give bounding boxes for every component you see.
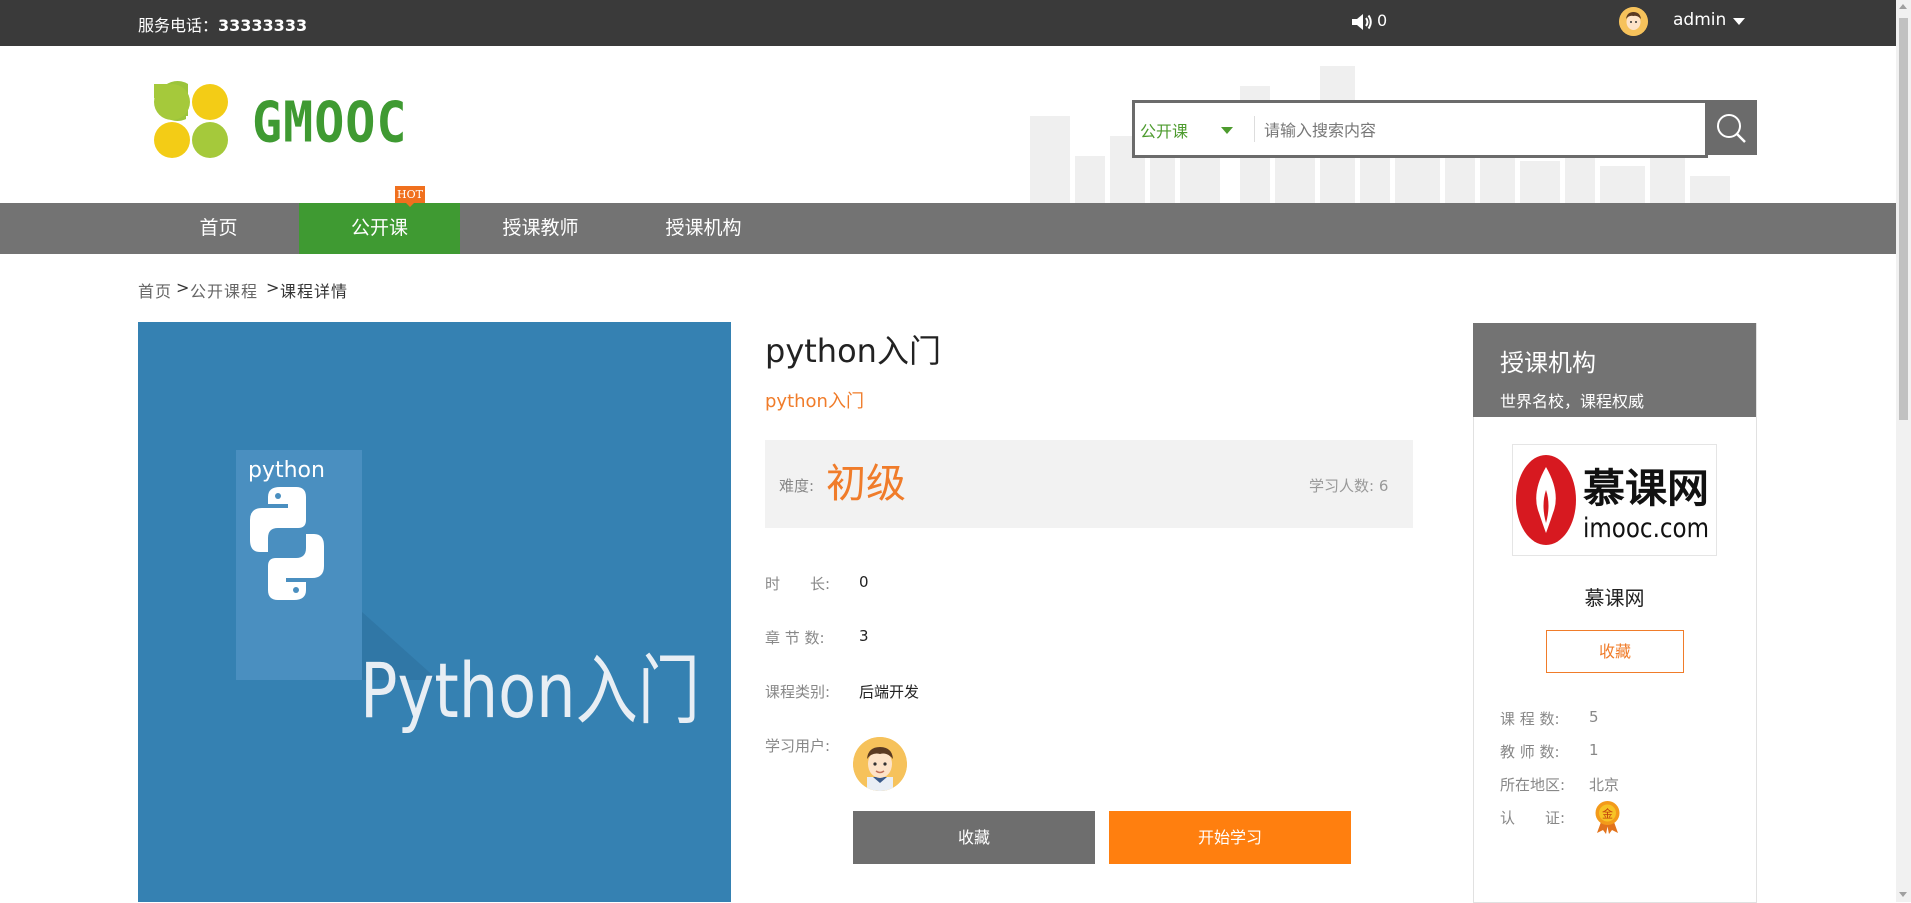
- breadcrumb-separator: >: [266, 278, 281, 297]
- org-favorite-button[interactable]: 收藏: [1546, 630, 1684, 673]
- hot-badge: HOT: [395, 186, 425, 207]
- scrollbar-thumb[interactable]: [1899, 18, 1908, 420]
- user-avatar[interactable]: [1619, 7, 1648, 36]
- category-value: 后端开发: [859, 683, 920, 701]
- org-region-value: 北京: [1589, 776, 1620, 794]
- gold-certification-icon: 金: [1593, 800, 1622, 834]
- org-cert-label: 认 证:: [1500, 809, 1566, 827]
- org-card-subtitle: 世界名校，课程权威: [1500, 392, 1645, 411]
- breadcrumb-separator: >: [176, 278, 191, 297]
- search-category-select[interactable]: 公开课: [1140, 118, 1188, 142]
- learners-count: 学习人数: 6: [1309, 477, 1389, 495]
- course-title: python入门: [765, 332, 941, 370]
- username-menu[interactable]: admin: [1673, 10, 1726, 30]
- start-learning-button[interactable]: 开始学习: [1109, 811, 1351, 864]
- org-region-label: 所在地区:: [1500, 776, 1566, 794]
- service-phone: 服务电话：33333333: [138, 16, 308, 35]
- nav-item-organizations[interactable]: 授课机构: [621, 203, 786, 254]
- breadcrumb-home[interactable]: 首页: [138, 278, 172, 302]
- cover-title: Python入门: [360, 646, 700, 735]
- message-count[interactable]: 0: [1377, 11, 1387, 30]
- search-input[interactable]: [1262, 106, 1706, 154]
- python-label: python: [248, 458, 325, 483]
- org-teachers-label: 教 师 数:: [1500, 743, 1560, 761]
- learner-avatar[interactable]: [853, 737, 907, 791]
- breadcrumb-open-courses[interactable]: 公开课程: [190, 278, 258, 302]
- breadcrumb-current: 课程详情: [280, 282, 349, 301]
- duration-label: 时 长:: [765, 575, 831, 593]
- chevron-down-icon[interactable]: [1221, 127, 1233, 134]
- nav-item-teachers[interactable]: 授课教师: [460, 203, 621, 254]
- svg-text:金: 金: [1602, 807, 1613, 821]
- search-divider: [1254, 116, 1255, 142]
- org-name[interactable]: 慕课网: [1473, 582, 1756, 611]
- org-teachers-value: 1: [1589, 741, 1599, 759]
- course-subtitle: python入门: [765, 391, 864, 412]
- search-button[interactable]: [1705, 100, 1757, 155]
- difficulty-value: 初级: [826, 461, 906, 507]
- svg-text:imooc.com: imooc.com: [1583, 513, 1709, 544]
- svg-text:慕课网: 慕课网: [1583, 466, 1709, 512]
- scroll-down-arrow-icon[interactable]: [1899, 892, 1907, 897]
- org-courses-value: 5: [1589, 708, 1599, 726]
- chapters-label: 章 节 数:: [765, 629, 825, 647]
- speaker-icon[interactable]: [1350, 11, 1374, 33]
- search-icon: [1717, 113, 1746, 143]
- gmooc-logo-icon[interactable]: [150, 80, 232, 162]
- org-logo[interactable]: 慕课网 imooc.com: [1512, 444, 1717, 556]
- chapters-value: 3: [859, 627, 869, 645]
- nav-item-open-courses[interactable]: 公开课: [299, 203, 460, 254]
- org-card-title: 授课机构: [1500, 349, 1596, 377]
- chevron-down-icon[interactable]: [1733, 18, 1745, 25]
- course-cover-image: python Python入门: [138, 322, 731, 902]
- category-label: 课程类别:: [765, 683, 831, 701]
- org-courses-label: 课 程 数:: [1500, 710, 1560, 728]
- duration-value: 0: [859, 573, 869, 591]
- difficulty-label: 难度:: [779, 477, 815, 495]
- logo-text[interactable]: GMOOC: [252, 90, 408, 155]
- nav-item-home[interactable]: 首页: [138, 203, 299, 254]
- learners-users-label: 学习用户:: [765, 737, 831, 755]
- scroll-up-arrow-icon[interactable]: [1899, 4, 1907, 9]
- favorite-button[interactable]: 收藏: [853, 811, 1095, 864]
